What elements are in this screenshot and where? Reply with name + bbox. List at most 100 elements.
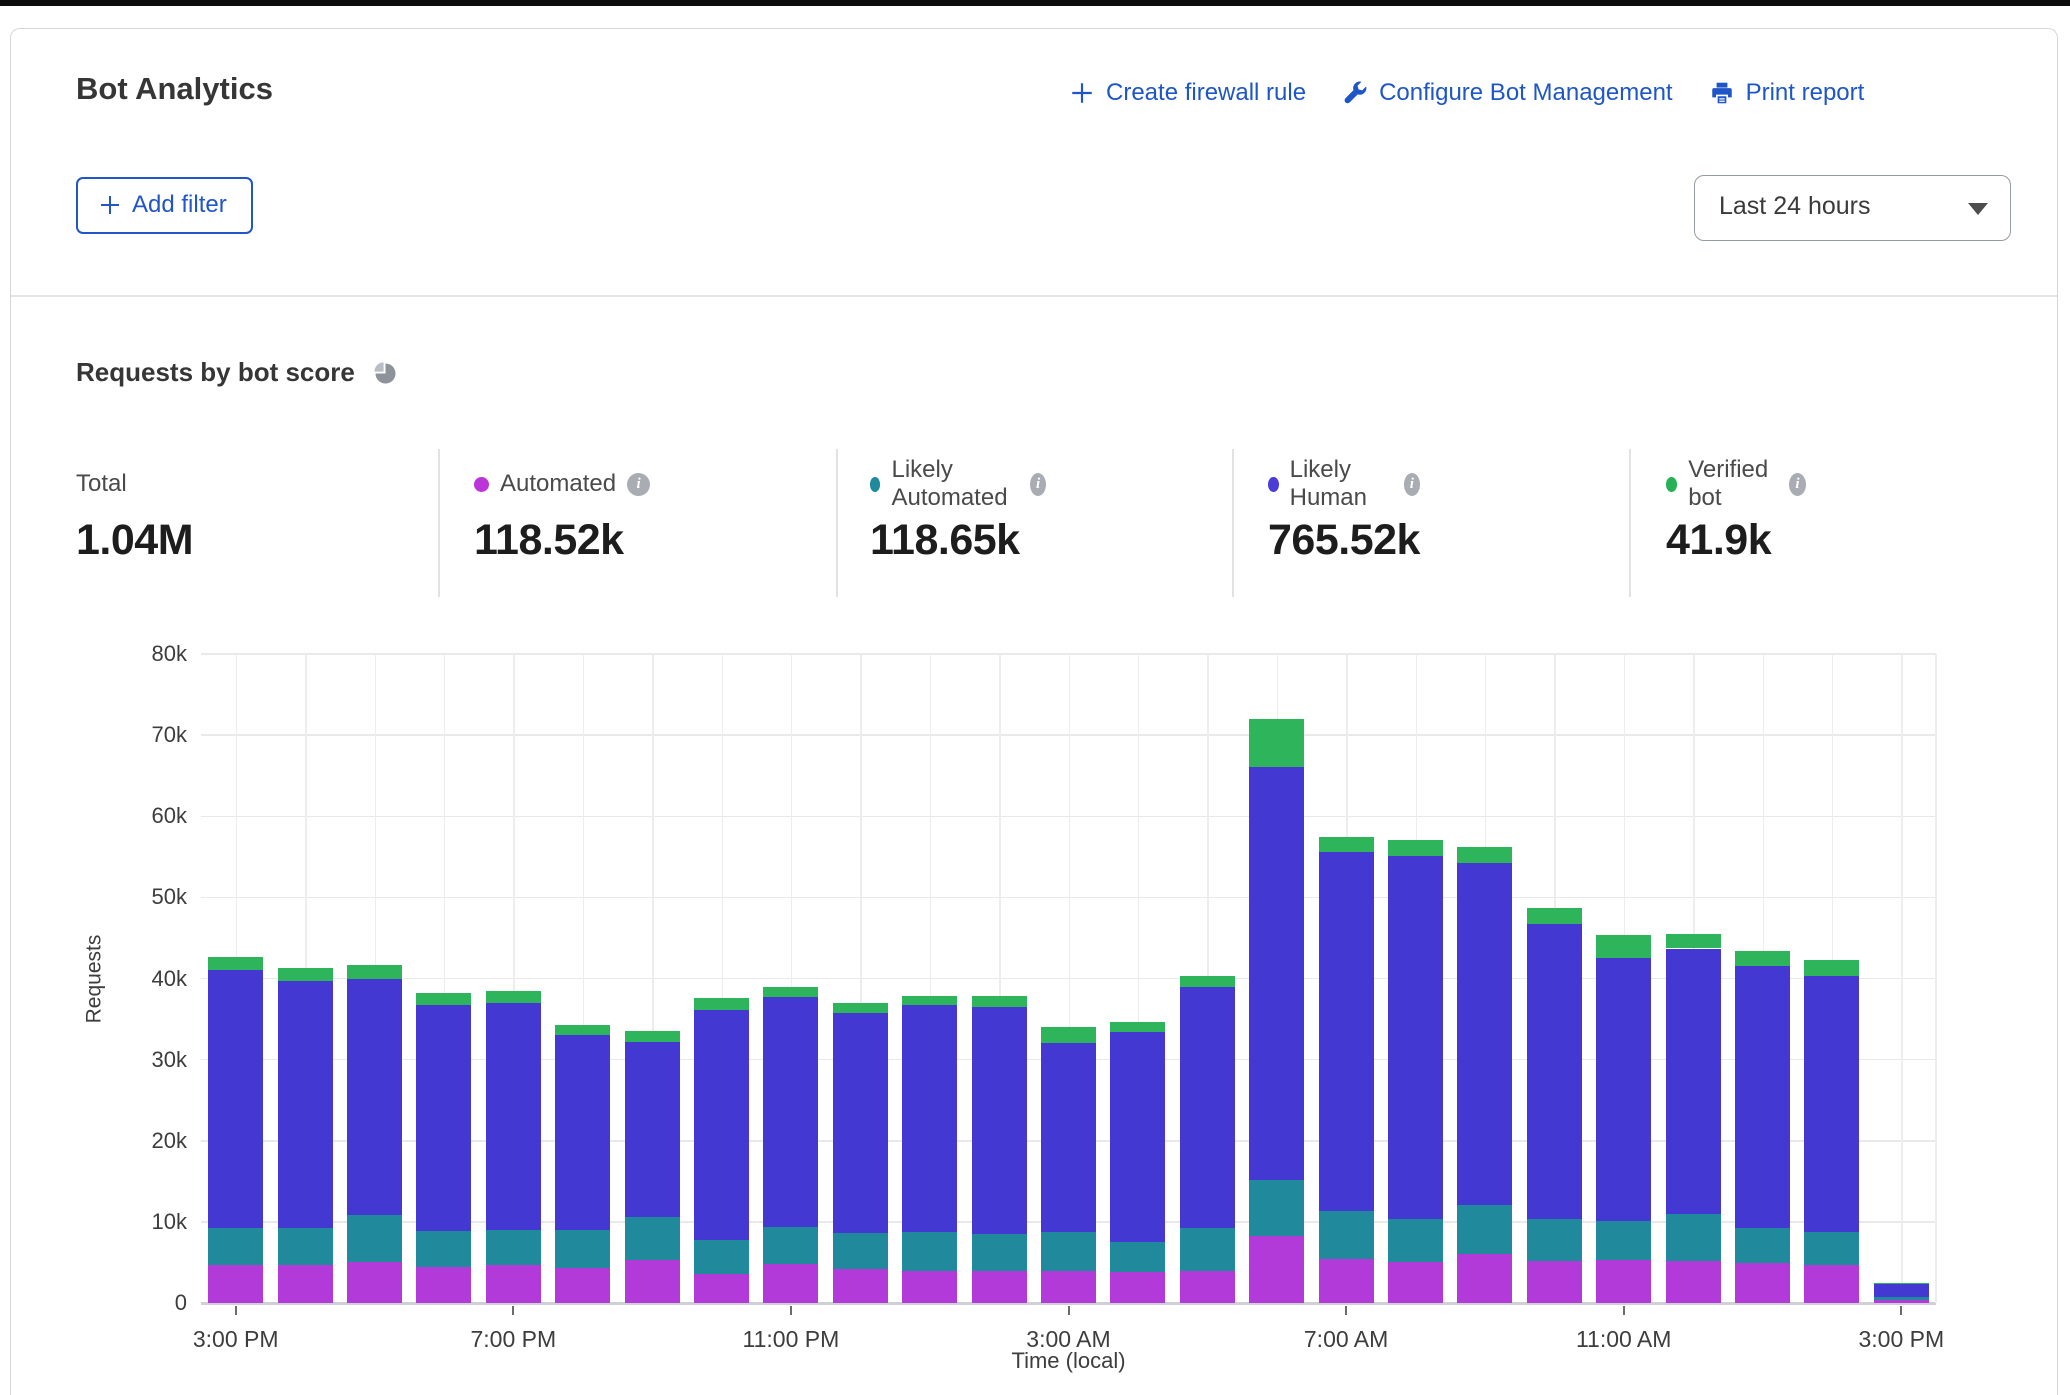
bar-segment-likely-automated[interactable] (1596, 1221, 1651, 1260)
bar-segment-likely-human[interactable] (763, 997, 818, 1227)
bar-segment-likely-human[interactable] (1457, 863, 1512, 1205)
bar-segment-likely-human[interactable] (1735, 966, 1790, 1228)
bar-segment-likely-human[interactable] (555, 1035, 610, 1230)
bar-segment-likely-human[interactable] (1596, 958, 1651, 1221)
bar-segment-automated[interactable] (1735, 1263, 1790, 1303)
bar-segment-verified-bot[interactable] (694, 998, 749, 1010)
bar-segment-likely-human[interactable] (278, 981, 333, 1228)
bar-segment-likely-automated[interactable] (1735, 1228, 1790, 1263)
bar-segment-likely-automated[interactable] (347, 1215, 402, 1263)
bar-segment-automated[interactable] (1180, 1271, 1235, 1303)
bar-segment-automated[interactable] (1527, 1261, 1582, 1303)
bar-segment-automated[interactable] (1319, 1259, 1374, 1303)
bar-segment-likely-automated[interactable] (1874, 1297, 1929, 1299)
bar-segment-automated[interactable] (1041, 1271, 1096, 1303)
bar-segment-automated[interactable] (1457, 1254, 1512, 1303)
bar-segment-likely-automated[interactable] (1388, 1219, 1443, 1262)
bar-segment-likely-automated[interactable] (555, 1230, 610, 1268)
bar-segment-automated[interactable] (833, 1269, 888, 1303)
bar-segment-automated[interactable] (486, 1265, 541, 1303)
bar-segment-likely-automated[interactable] (902, 1232, 957, 1271)
bar-segment-likely-human[interactable] (1804, 976, 1859, 1232)
info-icon[interactable]: i (627, 473, 650, 496)
bar-segment-likely-human[interactable] (625, 1042, 680, 1217)
bar-segment-automated[interactable] (347, 1262, 402, 1303)
bar-segment-automated[interactable] (972, 1271, 1027, 1303)
bar-segment-automated[interactable] (416, 1267, 471, 1303)
bar-segment-verified-bot[interactable] (1804, 960, 1859, 976)
bar-segment-verified-bot[interactable] (208, 957, 263, 970)
add-filter-button[interactable]: Add filter (76, 177, 253, 234)
bar-segment-verified-bot[interactable] (1596, 935, 1651, 959)
action-configure-bot-management[interactable]: Configure Bot Management (1342, 79, 1673, 107)
bar-segment-likely-human[interactable] (972, 1007, 1027, 1234)
bar-segment-automated[interactable] (1666, 1261, 1721, 1303)
bar-segment-likely-automated[interactable] (833, 1233, 888, 1269)
bar-segment-automated[interactable] (1874, 1300, 1929, 1303)
bar-segment-likely-automated[interactable] (625, 1217, 680, 1260)
bar-segment-verified-bot[interactable] (1735, 951, 1790, 966)
bar-segment-verified-bot[interactable] (347, 965, 402, 979)
bar-segment-automated[interactable] (1388, 1262, 1443, 1303)
bar-segment-automated[interactable] (1596, 1260, 1651, 1303)
bar-segment-verified-bot[interactable] (1180, 976, 1235, 987)
bar-segment-verified-bot[interactable] (555, 1025, 610, 1036)
bar-segment-likely-automated[interactable] (1180, 1228, 1235, 1270)
bar-segment-verified-bot[interactable] (1388, 840, 1443, 856)
bar-segment-automated[interactable] (625, 1260, 680, 1303)
bar-segment-likely-automated[interactable] (763, 1227, 818, 1264)
bar-segment-likely-automated[interactable] (972, 1234, 1027, 1271)
bar-segment-verified-bot[interactable] (486, 991, 541, 1003)
bar-segment-automated[interactable] (1804, 1265, 1859, 1303)
bar-segment-likely-human[interactable] (208, 970, 263, 1229)
bar-segment-verified-bot[interactable] (902, 996, 957, 1006)
bar-segment-likely-automated[interactable] (1041, 1232, 1096, 1271)
bar-segment-verified-bot[interactable] (833, 1003, 888, 1013)
info-icon[interactable]: i (1789, 473, 1806, 496)
bar-segment-automated[interactable] (902, 1271, 957, 1303)
bar-segment-likely-automated[interactable] (416, 1231, 471, 1268)
bar-segment-automated[interactable] (763, 1264, 818, 1303)
bar-segment-likely-automated[interactable] (694, 1240, 749, 1274)
info-icon[interactable]: i (1030, 473, 1046, 496)
bar-segment-likely-human[interactable] (416, 1005, 471, 1231)
bar-segment-likely-automated[interactable] (486, 1230, 541, 1265)
bar-segment-likely-automated[interactable] (1457, 1205, 1512, 1254)
bar-segment-verified-bot[interactable] (625, 1031, 680, 1042)
bar-segment-likely-human[interactable] (486, 1003, 541, 1230)
bar-segment-likely-human[interactable] (902, 1005, 957, 1232)
bar-segment-automated[interactable] (1249, 1236, 1304, 1303)
bar-segment-automated[interactable] (555, 1268, 610, 1303)
bar-segment-likely-automated[interactable] (208, 1228, 263, 1265)
bar-segment-likely-human[interactable] (1041, 1043, 1096, 1232)
info-icon[interactable]: i (1404, 473, 1420, 496)
bar-segment-verified-bot[interactable] (1457, 847, 1512, 862)
action-create-firewall-rule[interactable]: Create firewall rule (1069, 79, 1306, 107)
bar-segment-likely-automated[interactable] (1249, 1180, 1304, 1237)
bar-segment-likely-human[interactable] (1110, 1032, 1165, 1242)
bar-segment-likely-human[interactable] (833, 1013, 888, 1234)
bar-segment-verified-bot[interactable] (972, 996, 1027, 1007)
bar-segment-automated[interactable] (694, 1274, 749, 1303)
bar-segment-likely-human[interactable] (1249, 767, 1304, 1180)
bar-segment-automated[interactable] (208, 1265, 263, 1303)
bar-segment-verified-bot[interactable] (1666, 934, 1721, 949)
bar-segment-verified-bot[interactable] (1319, 837, 1374, 852)
bar-segment-likely-human[interactable] (1527, 924, 1582, 1218)
bar-segment-verified-bot[interactable] (1041, 1027, 1096, 1042)
bar-segment-likely-automated[interactable] (1527, 1219, 1582, 1261)
bar-segment-likely-automated[interactable] (1319, 1211, 1374, 1260)
bar-segment-likely-automated[interactable] (1666, 1214, 1721, 1261)
bar-segment-verified-bot[interactable] (1249, 719, 1304, 767)
bar-segment-likely-human[interactable] (1874, 1284, 1929, 1298)
bar-segment-likely-human[interactable] (347, 979, 402, 1215)
bar-segment-likely-human[interactable] (1666, 949, 1721, 1214)
bar-segment-likely-automated[interactable] (1804, 1232, 1859, 1264)
bar-segment-verified-bot[interactable] (1874, 1283, 1929, 1284)
bar-segment-verified-bot[interactable] (1527, 908, 1582, 924)
bar-segment-likely-human[interactable] (1180, 987, 1235, 1229)
action-print-report[interactable]: Print report (1709, 79, 1865, 107)
bar-segment-automated[interactable] (278, 1265, 333, 1303)
bar-segment-likely-automated[interactable] (1110, 1242, 1165, 1272)
bar-segment-verified-bot[interactable] (416, 993, 471, 1005)
